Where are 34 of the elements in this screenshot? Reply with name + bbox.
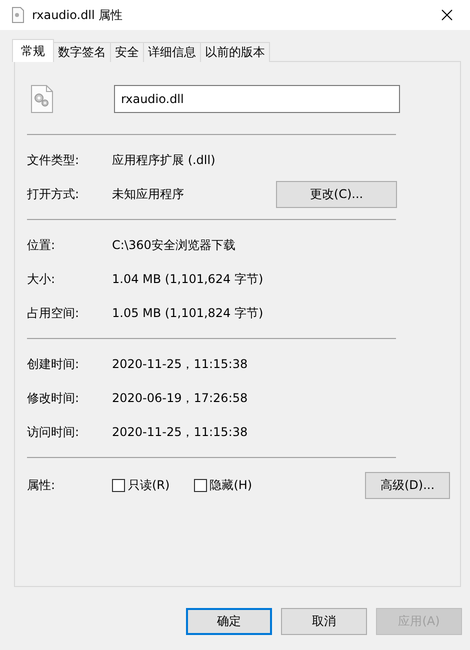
file-gear-icon [31, 85, 53, 113]
file-icon [12, 7, 24, 23]
field-label: 占用空间: [27, 304, 80, 322]
tab[interactable]: 安全 [110, 42, 144, 62]
dialog-button[interactable]: 确定 [186, 608, 272, 635]
checkbox-label: 只读(R) [128, 476, 170, 494]
change-button[interactable]: 更改(C)... [276, 180, 397, 208]
field-label: 文件类型: [27, 152, 80, 168]
checkbox[interactable] [194, 478, 207, 492]
field-value: 未知应用程序 [112, 186, 185, 202]
field-label: 创建时间: [27, 356, 80, 372]
dialog-button[interactable]: 取消 [281, 608, 367, 635]
field-value: 应用程序扩展 (.dll) [112, 152, 216, 168]
field-label: 位置: [27, 236, 56, 254]
tab[interactable]: 常规 [12, 39, 54, 62]
field-value: C:\360安全浏览器下载 [112, 236, 236, 254]
field-value: 2020-06-19，17:26:58 [112, 390, 249, 406]
field-value: 2020-11-25，11:15:38 [112, 424, 249, 440]
attributes-label: 属性: [27, 476, 56, 494]
field-label: 打开方式: [27, 186, 80, 202]
tab[interactable]: 数字签名 [53, 42, 111, 62]
field-label: 修改时间: [27, 390, 80, 406]
window-title: rxaudio.dll 属性 [32, 6, 124, 24]
checkbox-label: 隐藏(H) [210, 476, 252, 494]
field-value: 2020-11-25，11:15:38 [112, 356, 249, 372]
field-value: 1.05 MB (1,101,824 字节) [112, 304, 264, 322]
tab[interactable]: 详细信息 [143, 42, 201, 62]
field-label: 访问时间: [27, 424, 80, 440]
tab[interactable]: 以前的版本 [200, 42, 270, 62]
field-value: 1.04 MB (1,101,624 字节) [112, 270, 264, 288]
checkbox[interactable] [112, 478, 125, 492]
field-label: 大小: [27, 270, 56, 288]
file-name-field[interactable]: rxaudio.dll [114, 85, 400, 113]
advanced-button[interactable]: 高级(D)... [365, 472, 450, 498]
